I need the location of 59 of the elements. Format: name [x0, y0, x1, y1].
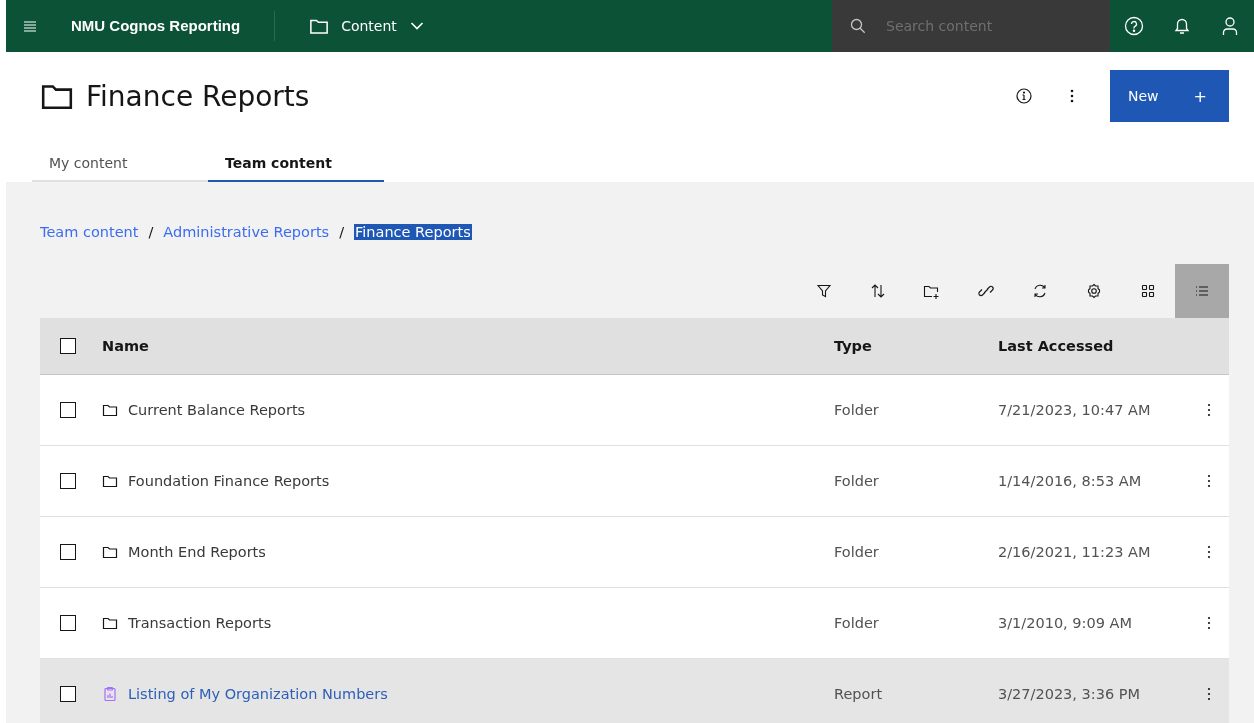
folder-icon [102, 615, 118, 631]
type-cell-text: Report [834, 686, 884, 702]
grid-view-icon [1140, 283, 1156, 299]
item-name[interactable]: Foundation Finance Reports [128, 473, 330, 489]
item-name[interactable]: Current Balance Reports [128, 402, 306, 418]
select-all-checkbox[interactable] [60, 338, 76, 354]
user-icon [1220, 16, 1240, 36]
sort-icon [870, 283, 886, 299]
overflow-menu-icon [1206, 403, 1211, 417]
list-view-icon [1194, 283, 1210, 299]
date-cell-text: 7/21/2023, 10:47 AM [998, 402, 1152, 418]
row-checkbox[interactable] [60, 402, 76, 418]
date-cell-text: 3/27/2023, 3:36 PM [998, 686, 1141, 702]
search-icon [850, 18, 866, 34]
overflow-menu-icon [1206, 545, 1211, 559]
folder-icon [102, 473, 118, 489]
overflow-menu-icon [1070, 88, 1074, 104]
overflow-menu-icon [1206, 474, 1211, 488]
row-checkbox[interactable] [60, 615, 76, 631]
type-cell-text: Folder [834, 402, 880, 418]
table-row[interactable]: Listing of My Organization Numbers Report 3/27/2023, 3:36 PM [40, 659, 1229, 723]
new-button[interactable]: New + [1110, 70, 1229, 122]
info-icon [1016, 88, 1032, 104]
breadcrumb-link[interactable]: Team content [40, 224, 139, 240]
type-cell-text: Folder [834, 544, 880, 560]
date-cell-text: 1/14/2016, 8:53 AM [998, 473, 1143, 489]
bell-icon [1172, 16, 1192, 36]
filter-icon [816, 283, 832, 299]
folder-icon [102, 544, 118, 560]
date-cell-text: 2/16/2021, 11:23 AM [998, 544, 1152, 560]
report-icon [102, 686, 118, 702]
menu-icon [23, 20, 37, 32]
breadcrumb-link[interactable]: Administrative Reports [163, 224, 330, 240]
row-checkbox[interactable] [60, 473, 76, 489]
new-folder-icon [923, 283, 941, 299]
page-title: Finance Reports [86, 79, 310, 113]
breadcrumb-separator: / [339, 224, 344, 240]
column-header: Last Accessed [998, 338, 1115, 354]
help-icon [1124, 16, 1144, 36]
type-cell-text: Folder [834, 615, 880, 631]
breadcrumb-separator: / [148, 224, 154, 240]
folder-icon [102, 402, 118, 418]
item-name[interactable]: Transaction Reports [128, 615, 272, 631]
location-dropdown[interactable]: Content [275, 2, 439, 50]
overflow-menu-icon [1206, 687, 1211, 701]
column-header: Type [834, 338, 873, 354]
link-icon [978, 283, 994, 299]
overflow-menu-icon [1206, 616, 1211, 630]
app-name: NMU Cognos Reporting [54, 11, 276, 41]
breadcrumb-link[interactable]: Finance Reports [354, 224, 472, 240]
settings-icon [1086, 283, 1102, 299]
row-checkbox[interactable] [60, 544, 76, 560]
date-cell-text: 3/1/2010, 9:09 AM [998, 615, 1133, 631]
column-header: Name [102, 338, 150, 354]
item-name[interactable]: Month End Reports [128, 544, 266, 560]
row-checkbox[interactable] [60, 686, 76, 702]
type-cell-text: Folder [834, 473, 880, 489]
item-name[interactable]: Listing of My Organization Numbers [128, 686, 388, 702]
refresh-icon [1032, 283, 1048, 299]
